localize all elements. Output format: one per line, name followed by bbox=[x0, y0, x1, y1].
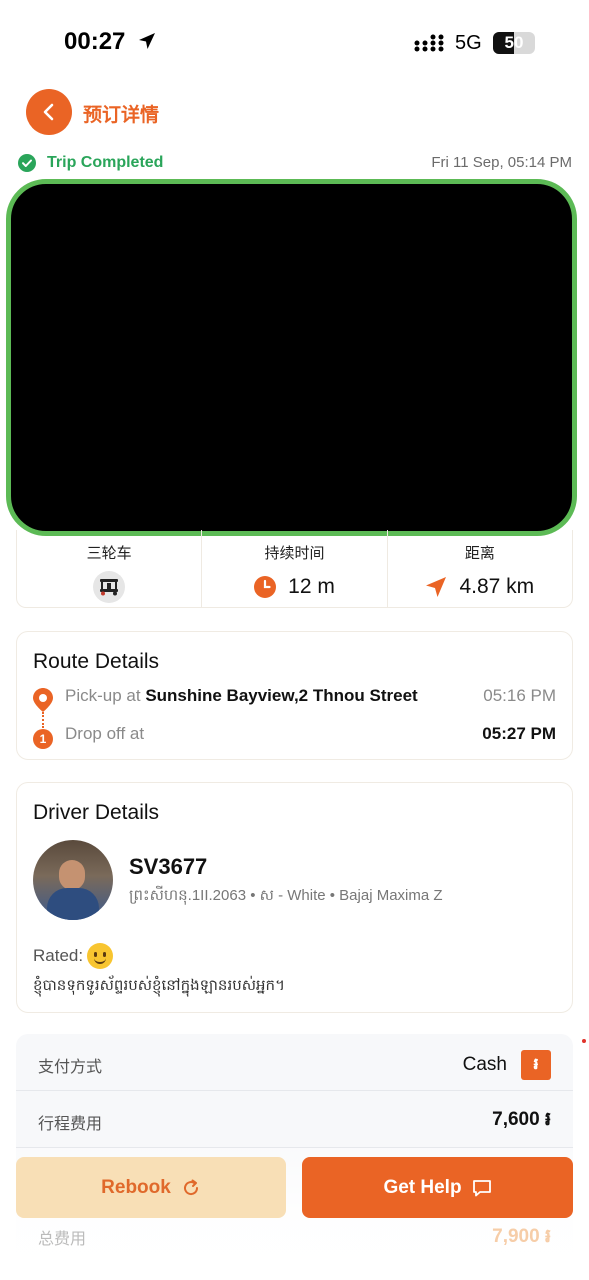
pickup-time: 05:16 PM bbox=[483, 686, 556, 705]
trip-status-row: Trip Completed Fri 11 Sep, 05:14 PM bbox=[16, 151, 574, 175]
trip-stats: 三轮车 持续时间 12 m 距离 4.87 km bbox=[16, 530, 573, 608]
vehicle-label: 三轮车 bbox=[86, 545, 132, 562]
trip-status: Trip Completed bbox=[47, 154, 164, 171]
total-label: 总费用 bbox=[38, 1231, 87, 1248]
status-time: 00:27 bbox=[64, 28, 126, 55]
help-label: Get Help bbox=[383, 1176, 462, 1198]
stat-vehicle: 三轮车 bbox=[17, 530, 201, 607]
total-value: 7,900 ៛ bbox=[492, 1226, 551, 1247]
refresh-icon bbox=[181, 1178, 201, 1198]
route-connector bbox=[42, 712, 44, 728]
check-circle-icon bbox=[18, 154, 36, 177]
riel-currency-icon: ៛ bbox=[521, 1050, 551, 1080]
trip-map bbox=[6, 179, 577, 536]
driver-plate: SV3677 bbox=[129, 854, 208, 879]
driver-details-card: Driver Details SV3677 ព្រះសីហនុ.1II.2063… bbox=[16, 782, 573, 1013]
page-title: 预订详情 bbox=[83, 105, 160, 126]
fare-value: 7,600 ៛ bbox=[492, 1109, 551, 1130]
payment-method: Cash ៛ bbox=[463, 1050, 551, 1080]
chevron-left-icon bbox=[43, 103, 54, 121]
pickup-prefix: Pick-up at bbox=[65, 686, 146, 705]
payment-method-label: 支付方式 bbox=[38, 1059, 103, 1076]
tuk-tuk-icon bbox=[93, 571, 126, 603]
smile-emoji-icon bbox=[87, 943, 114, 969]
pickup-line: Pick-up at Sunshine Bayview,2 Thnou Stre… bbox=[65, 686, 418, 706]
driver-avatar bbox=[33, 840, 113, 920]
location-arrow-icon bbox=[137, 31, 157, 56]
dropoff-prefix: Drop off at bbox=[65, 724, 145, 743]
vehicle-info: ព្រះសីហនុ.1II.2063 • ស - White • Bajaj M… bbox=[129, 887, 443, 904]
dropoff-time: 05:27 PM bbox=[482, 724, 556, 743]
battery-percent: 50 bbox=[504, 33, 524, 52]
clock-icon bbox=[254, 576, 277, 598]
rating-row: Rated: bbox=[33, 943, 114, 969]
duration-label: 持续时间 bbox=[264, 545, 325, 562]
notification-dot bbox=[582, 1039, 586, 1043]
route-title: Route Details bbox=[33, 650, 160, 673]
payment-method-row: 支付方式 Cash ៛ bbox=[16, 1034, 573, 1091]
get-help-button[interactable]: Get Help bbox=[302, 1157, 573, 1218]
trip-date: Fri 11 Sep, 05:14 PM bbox=[431, 154, 572, 171]
dropoff-marker: 1 bbox=[33, 729, 53, 749]
distance-value: 4.87 km bbox=[459, 575, 535, 598]
back-button[interactable] bbox=[26, 89, 72, 135]
chat-bubble-icon bbox=[472, 1178, 492, 1198]
fare-row: 行程费用 7,600 ៛ bbox=[16, 1091, 573, 1148]
pickup-place: Sunshine Bayview,2 Thnou Street bbox=[145, 686, 418, 705]
fare-label: 行程费用 bbox=[38, 1116, 103, 1133]
dropoff-line: Drop off at bbox=[65, 724, 144, 744]
rating-comment: ខ្ញុំបានទុកទូរស័ព្ទរបស់ខ្ញុំនៅក្នុងឡានរប… bbox=[33, 977, 285, 994]
route-details-card: Route Details 1 Pick-up at Sunshine Bayv… bbox=[16, 631, 573, 760]
battery-icon: 50 bbox=[493, 32, 535, 54]
signal-icon bbox=[414, 33, 446, 58]
duration-value: 12 m bbox=[288, 575, 335, 598]
rebook-label: Rebook bbox=[101, 1176, 171, 1198]
stat-duration: 持续时间 12 m bbox=[201, 530, 386, 607]
stat-distance: 距离 4.87 km bbox=[386, 530, 572, 607]
payment-method-value: Cash bbox=[462, 1054, 507, 1075]
distance-label: 距离 bbox=[464, 545, 495, 562]
navigation-arrow-icon bbox=[425, 576, 447, 598]
network-type: 5G bbox=[455, 32, 482, 54]
rated-label: Rated: bbox=[33, 946, 84, 965]
status-bar: 00:27 5G 50 bbox=[0, 0, 589, 80]
rebook-button[interactable]: Rebook bbox=[16, 1157, 286, 1218]
driver-title: Driver Details bbox=[33, 801, 160, 824]
